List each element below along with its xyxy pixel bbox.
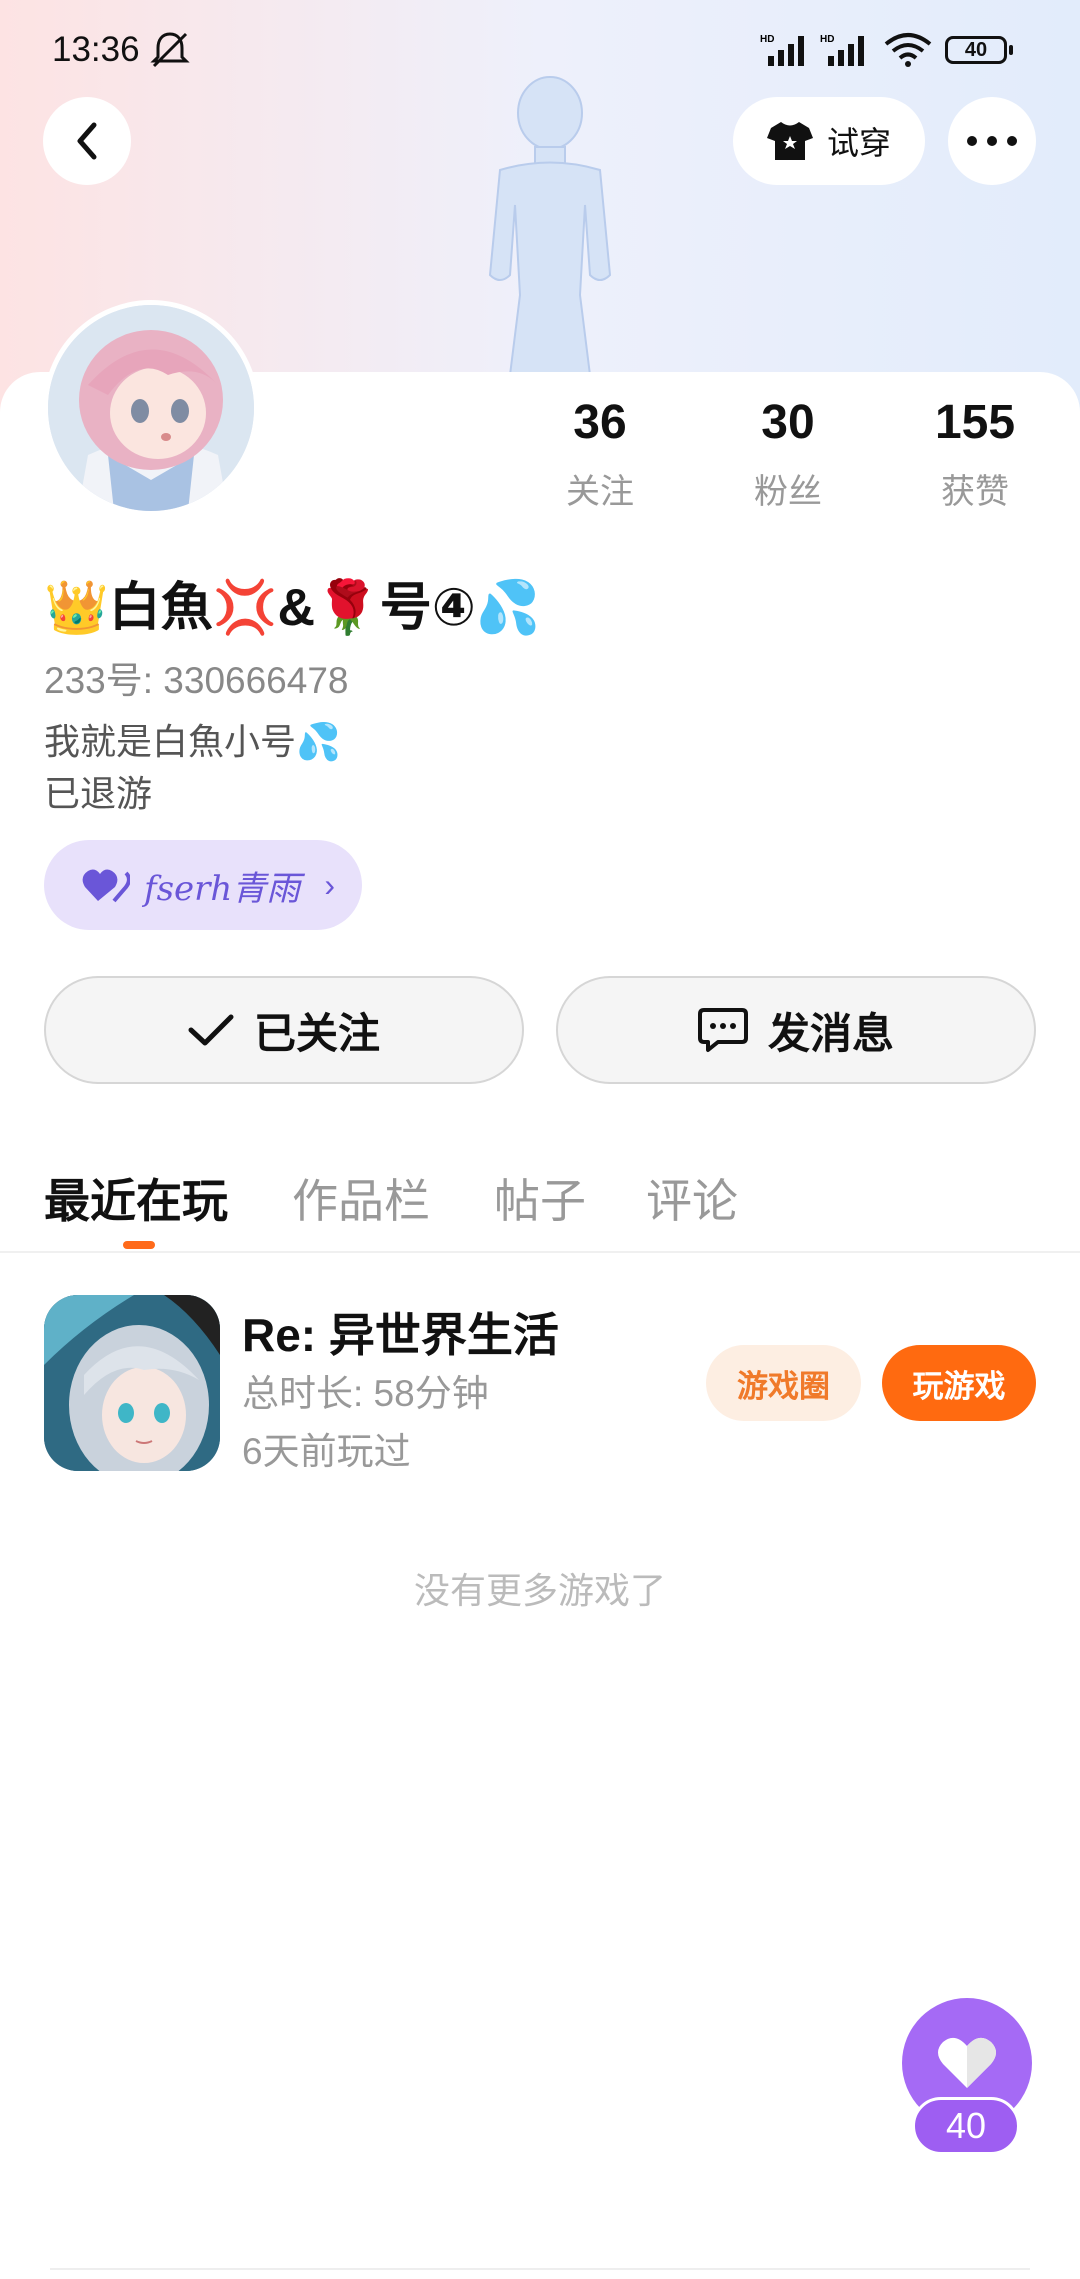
tshirt-icon: [766, 122, 813, 160]
user-nickname: 👑白魚💢&🌹号④💦: [44, 579, 541, 637]
tab-posts[interactable]: 帖子: [494, 1165, 586, 1231]
active-tab-indicator: [123, 1241, 155, 1249]
cp-relationship-badge[interactable]: fserh青雨 ›: [44, 840, 362, 930]
bottom-divider: [50, 2268, 1030, 2270]
game-icon[interactable]: [44, 1295, 220, 1471]
try-on-button[interactable]: 试穿: [733, 97, 925, 185]
game-playtime: 总时长: 58分钟: [242, 1373, 489, 1414]
cp-name: fserh青雨: [144, 868, 301, 909]
following-label: 关注: [566, 473, 634, 511]
game-title: Re: 异世界生活: [242, 1309, 559, 1361]
check-icon: [188, 1014, 234, 1046]
followed-button[interactable]: 已关注: [44, 976, 524, 1084]
followers-label: 粉丝: [754, 473, 822, 511]
svg-text:HD: HD: [760, 34, 774, 45]
stat-followers[interactable]: 30 粉丝: [728, 395, 848, 513]
followers-count: 30: [761, 396, 815, 449]
no-more-games-text: 没有更多游戏了: [413, 1570, 666, 1611]
svg-text:HD: HD: [820, 34, 834, 45]
following-count: 36: [573, 396, 627, 449]
status-bar: 13:36 HD HD 40: [0, 0, 1080, 100]
heart-icon: [938, 2037, 996, 2088]
profile-tabs: 最近在玩 作品栏 帖子 评论: [0, 1155, 1080, 1253]
more-dots-icon: [967, 136, 1017, 146]
try-on-label: 试穿: [826, 125, 891, 161]
game-last-played: 6天前玩过: [242, 1431, 411, 1472]
avatar-illustration: [48, 305, 254, 511]
status-time: 13:36: [52, 30, 140, 69]
send-message-button[interactable]: 发消息: [556, 976, 1036, 1084]
battery-indicator: 40: [945, 36, 1013, 64]
game-list-item[interactable]: Re: 异世界生活 总时长: 58分钟 6天前玩过 游戏圈 玩游戏: [44, 1295, 1036, 1472]
likes-label: 获赞: [941, 473, 1009, 511]
stat-following[interactable]: 36 关注: [540, 395, 660, 513]
like-count-badge: 40: [912, 2097, 1020, 2155]
user-id: 233号: 330666478: [44, 660, 349, 701]
chevron-left-icon: [77, 122, 97, 160]
wifi-icon: [884, 33, 932, 67]
likes-count: 155: [934, 396, 1016, 449]
more-options-button[interactable]: [948, 97, 1036, 185]
signal-hd-icon-2: HD: [820, 34, 864, 66]
avatar-3d-silhouette: [488, 76, 612, 375]
signal-hd-icon: HD: [760, 34, 804, 66]
back-button[interactable]: [43, 97, 131, 185]
game-circle-button[interactable]: 游戏圈: [706, 1345, 861, 1421]
mute-bell-icon: [150, 32, 190, 68]
user-avatar[interactable]: [43, 300, 259, 516]
chevron-right-icon: ›: [324, 866, 335, 903]
user-bio: 我就是白魚小号💦 已退游: [44, 721, 341, 814]
tab-recently-played[interactable]: 最近在玩: [44, 1165, 228, 1231]
tab-works[interactable]: 作品栏: [292, 1165, 430, 1231]
chat-bubble-icon: [697, 1008, 748, 1052]
stat-likes[interactable]: 155 获赞: [915, 395, 1035, 513]
play-game-button[interactable]: 玩游戏: [882, 1345, 1036, 1421]
send-message-label: 发消息: [767, 1009, 894, 1057]
followed-label: 已关注: [253, 1009, 380, 1057]
tab-comments[interactable]: 评论: [646, 1165, 738, 1231]
double-heart-icon: [82, 869, 130, 903]
game-cover-art: [44, 1295, 220, 1471]
